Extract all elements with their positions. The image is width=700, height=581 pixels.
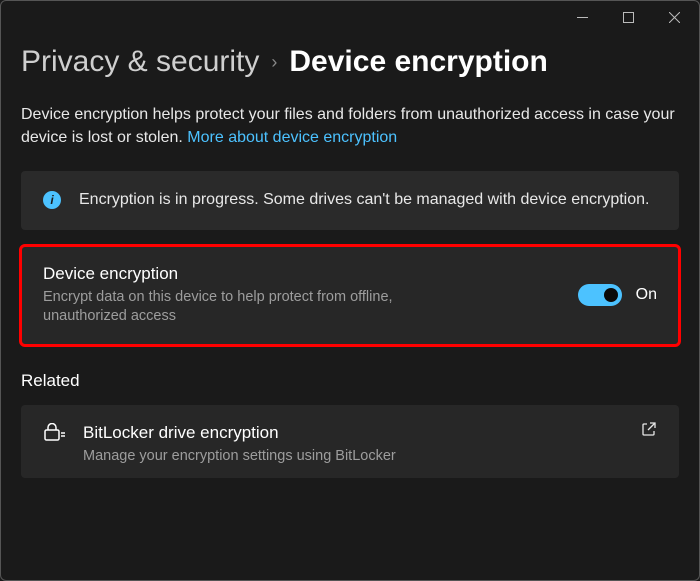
close-button[interactable] [651,2,697,32]
minimize-button[interactable] [559,2,605,32]
info-icon: i [43,191,61,209]
related-header: Related [21,371,679,391]
breadcrumb-parent[interactable]: Privacy & security [21,45,259,79]
minimize-icon [577,17,588,18]
bitlocker-card[interactable]: BitLocker drive encryption Manage your e… [21,405,679,479]
learn-more-link[interactable]: More about device encryption [187,129,397,146]
window-titlebar [1,1,699,33]
info-banner: i Encryption is in progress. Some drives… [21,171,679,229]
toggle-thumb [604,288,618,302]
device-encryption-toggle[interactable] [578,284,622,306]
maximize-button[interactable] [605,2,651,32]
toggle-state-label: On [636,286,657,304]
breadcrumb-current: Device encryption [289,45,547,79]
lock-icon [43,423,65,441]
bitlocker-title: BitLocker drive encryption [83,423,623,443]
device-encryption-card: Device encryption Encrypt data on this d… [21,246,679,345]
chevron-right-icon: › [271,52,277,73]
breadcrumb: Privacy & security › Device encryption [21,45,679,79]
open-external-icon [641,421,657,442]
page-description: Device encryption helps protect your fil… [21,103,679,149]
device-encryption-title: Device encryption [43,264,560,284]
bitlocker-subtitle: Manage your encryption settings using Bi… [83,447,503,467]
maximize-icon [623,12,634,23]
info-banner-text: Encryption is in progress. Some drives c… [79,189,649,211]
device-encryption-subtitle: Encrypt data on this device to help prot… [43,288,463,327]
close-icon [669,12,680,23]
